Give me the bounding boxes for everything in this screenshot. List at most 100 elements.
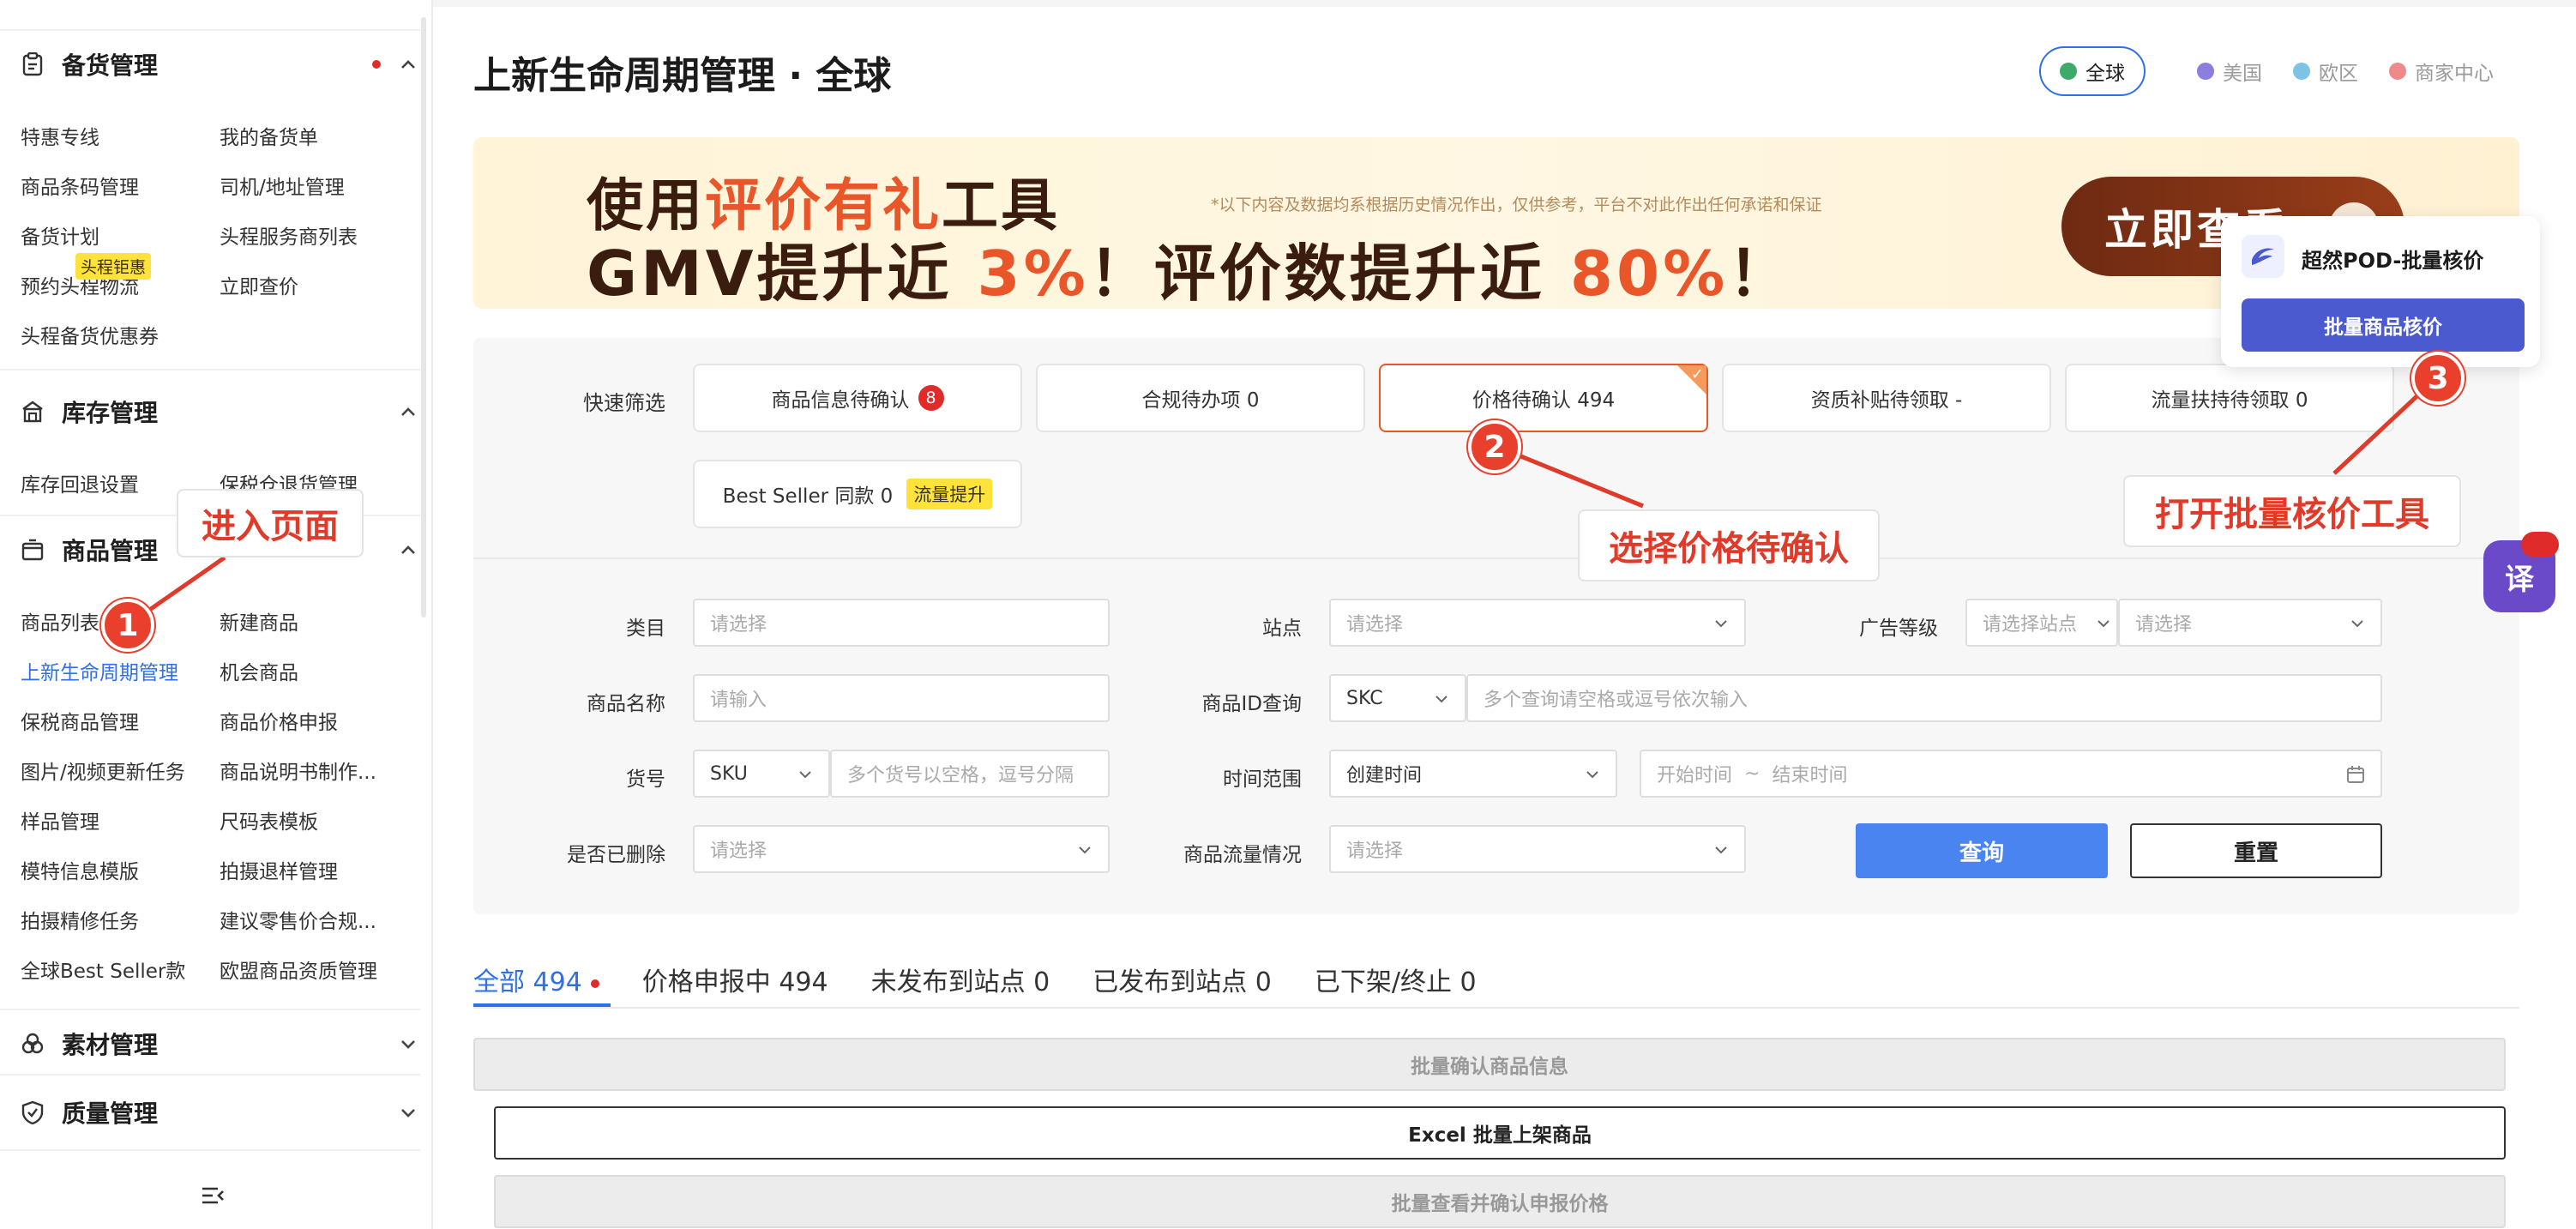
sidebar-section-title: 库存管理 (62, 399, 159, 427)
sidebar-item[interactable]: 新建商品 (220, 606, 298, 636)
divider (0, 29, 420, 31)
placeholder: 请选择 (2135, 614, 2193, 636)
sidebar-item[interactable]: 立即查价 (220, 270, 298, 299)
card-label: 合规待办项 0 (1141, 389, 1260, 412)
card-label: 商品信息待确认 (771, 389, 910, 412)
chevron-down-icon (799, 771, 811, 779)
chevron-down-icon (401, 1040, 415, 1049)
region-merchant-center[interactable]: 商家中心 (2389, 57, 2494, 86)
status-tabs: 全部 494 价格申报中 494 未发布到站点 0 已发布到站点 0 已下架/终… (473, 954, 1520, 1005)
ad-level-select[interactable]: 请选择 (2118, 599, 2382, 647)
count-badge: 8 (918, 385, 944, 411)
tab-published[interactable]: 已发布到站点 0 (1092, 961, 1272, 998)
sidebar-item[interactable]: 图片/视频更新任务 (21, 756, 185, 785)
annotation-step2-number: 2 (1468, 420, 1521, 473)
region-global[interactable]: 全球 (2039, 46, 2146, 96)
sidebar-section-inventory[interactable]: 库存管理 (21, 390, 419, 433)
banner-highlight: 80% (1569, 238, 1729, 309)
annotation-step2-label: 选择价格待确认 (1578, 509, 1880, 581)
tab-label: 价格申报中 494 (641, 967, 828, 997)
range-separator: ~ (1744, 762, 1760, 785)
bulk-confirm-price-button[interactable]: 批量查看并确认申报价格 (494, 1175, 2506, 1228)
chevron-down-icon (1715, 846, 1727, 854)
sidebar-item[interactable]: 商品条码管理 (21, 171, 139, 200)
promo-banner[interactable]: 使用评价有礼工具 GMV提升近 3%！评价数提升近 80%！ *以下内容及数据均… (473, 137, 2519, 309)
sidebar-item[interactable]: 备货计划 (21, 220, 99, 250)
placeholder: 请选择 (710, 614, 767, 636)
region-label: 商家中心 (2415, 63, 2494, 85)
sidebar-item[interactable]: 欧盟商品资质管理 (220, 955, 377, 984)
sidebar-item[interactable]: 我的备货单 (220, 121, 318, 150)
site-select[interactable]: 请选择 (1329, 599, 1746, 647)
tab-price-declaring[interactable]: 价格申报中 494 (642, 961, 828, 998)
selected-value: SKC (1346, 687, 1383, 709)
sidebar-scrollbar[interactable] (421, 17, 426, 618)
sidebar-item[interactable]: 特惠专线 (21, 121, 99, 150)
sku-type-select[interactable]: SKU (693, 750, 830, 798)
globe-icon (2060, 63, 2077, 80)
region-us[interactable]: 美国 (2197, 57, 2262, 86)
pod-title: 超然POD-批量核价 (2302, 249, 2484, 273)
sidebar-item[interactable]: 商品价格申报 (220, 706, 338, 735)
excel-bulk-list-button[interactable]: Excel 批量上架商品 (494, 1106, 2506, 1160)
sidebar-item[interactable]: 建议零售价合规... (220, 905, 376, 934)
bulk-price-check-button[interactable]: 批量商品核价 (2242, 298, 2525, 352)
pod-logo-icon (2242, 235, 2284, 278)
sidebar-section-stock[interactable]: 备货管理 (21, 43, 419, 86)
sidebar-item[interactable]: 拍摄退样管理 (220, 855, 338, 884)
sidebar-section-material[interactable]: 素材管理 (21, 1022, 419, 1065)
sidebar-item-lifecycle[interactable]: 上新生命周期管理 (21, 656, 178, 685)
time-type-select[interactable]: 创建时间 (1329, 750, 1617, 798)
flag-eu-icon (2293, 63, 2310, 80)
sidebar-section-quality[interactable]: 质量管理 (21, 1091, 419, 1134)
chevron-down-icon (1586, 771, 1598, 779)
reset-button[interactable]: 重置 (2130, 823, 2382, 878)
quick-filter-info-pending[interactable]: 商品信息待确认 8 (693, 364, 1022, 432)
ad-site-select[interactable]: 请选择站点 (1965, 599, 2118, 647)
tab-label: 未发布到站点 0 (870, 967, 1050, 997)
time-range-label: 时间范围 (1223, 768, 1302, 791)
sidebar-item[interactable]: 司机/地址管理 (220, 171, 345, 200)
quick-filter-compliance[interactable]: 合规待办项 0 (1036, 364, 1365, 432)
date-range-picker[interactable]: 开始时间 ~ 结束时间 (1640, 750, 2382, 798)
traffic-select[interactable]: 请选择 (1329, 825, 1746, 873)
sidebar-item[interactable]: 头程服务商列表 (220, 220, 358, 250)
sidebar-item[interactable]: 全球Best Seller款 (21, 955, 185, 984)
bulk-confirm-info-button[interactable]: 批量确认商品信息 (473, 1038, 2506, 1091)
query-button[interactable]: 查询 (1856, 823, 2108, 878)
region-eu[interactable]: 欧区 (2293, 57, 2358, 86)
product-id-input[interactable]: 多个查询请空格或逗号依次输入 (1466, 674, 2382, 722)
divider (0, 1149, 420, 1151)
quick-filter-traffic[interactable]: 流量扶持待领取 0 (2065, 364, 2394, 432)
placeholder: 请输入 (710, 690, 767, 711)
region-label: 全球 (2085, 63, 2125, 85)
quick-filter-best-seller[interactable]: Best Seller 同款 0 流量提升 (693, 460, 1022, 528)
sidebar-item[interactable]: 保税商品管理 (21, 706, 139, 735)
calendar-icon (2347, 766, 2364, 783)
divider (473, 557, 2519, 559)
notification-dot (590, 979, 599, 988)
tab-unpublished[interactable]: 未发布到站点 0 (871, 961, 1050, 998)
sidebar-item[interactable]: 样品管理 (21, 805, 99, 834)
sidebar-item[interactable]: 模特信息模版 (21, 855, 139, 884)
tab-all[interactable]: 全部 494 (473, 961, 599, 998)
id-type-select[interactable]: SKC (1329, 674, 1466, 722)
sidebar-item[interactable]: 机会商品 (220, 656, 298, 685)
quick-filter-price-pending[interactable]: 价格待确认 494 ✓ (1379, 364, 1708, 432)
tab-offline[interactable]: 已下架/终止 0 (1315, 961, 1477, 998)
sku-input[interactable]: 多个货号以空格，逗号分隔 (830, 750, 1110, 798)
clipboard-icon (21, 52, 45, 76)
sidebar-item[interactable]: 头程备货优惠券 (21, 320, 159, 349)
sidebar-item[interactable]: 商品列表 (21, 606, 99, 636)
quick-filter-subsidy[interactable]: 资质补贴待领取 - (1722, 364, 2051, 432)
sidebar-item[interactable]: 尺码表模板 (220, 805, 318, 834)
sidebar-item[interactable]: 库存回退设置 (21, 468, 139, 497)
category-select[interactable]: 请选择 (693, 599, 1110, 647)
sidebar-item[interactable]: 商品说明书制作... (220, 756, 376, 785)
end-placeholder: 结束时间 (1772, 765, 1848, 786)
collapse-sidebar-icon[interactable] (201, 1185, 225, 1206)
product-name-input[interactable]: 请输入 (693, 674, 1110, 722)
sidebar-item[interactable]: 拍摄精修任务 (21, 905, 139, 934)
deleted-label: 是否已删除 (567, 844, 665, 866)
deleted-select[interactable]: 请选择 (693, 825, 1110, 873)
